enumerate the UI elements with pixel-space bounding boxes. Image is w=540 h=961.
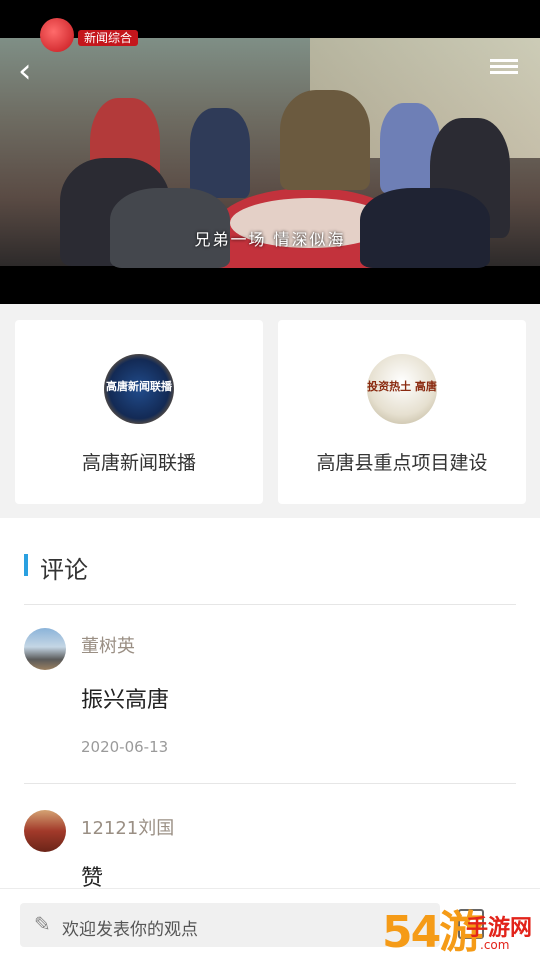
divider	[24, 604, 516, 605]
watermark-logo: 54游 手游网 .com	[380, 896, 540, 960]
comment-item: 董树英 振兴高唐 2020-06-13	[24, 628, 516, 768]
program-label: 高唐新闻联播	[81, 452, 196, 474]
station-logo-mark	[40, 18, 74, 52]
station-logo-icon: 新闻综合	[40, 18, 150, 52]
video-scene-person	[280, 90, 370, 190]
program-thumbnail-text: 高唐新闻联播	[106, 380, 172, 393]
comment-author[interactable]: 12121刘国	[81, 814, 174, 840]
program-thumbnail: 投资热土 高唐	[367, 354, 437, 424]
video-player[interactable]: 新闻综合 ‹ 兄弟一场 情深似海	[0, 0, 540, 304]
comment-item: 12121刘国 赞	[24, 810, 516, 891]
channel-tag: 新闻综合	[78, 30, 139, 46]
program-card-projects[interactable]: 投资热土 高唐 高唐县重点项目建设	[278, 320, 526, 504]
back-arrow-icon[interactable]: ‹	[18, 52, 56, 90]
video-subtitle: 兄弟一场 情深似海	[194, 230, 346, 249]
program-card-news[interactable]: 高唐新闻联播 高唐新闻联播	[15, 320, 263, 504]
comment-date: 2020-06-13	[81, 738, 169, 756]
comment-author[interactable]: 董树英	[81, 632, 135, 658]
watermark-domain: .com	[480, 938, 510, 952]
comment-input[interactable]: ✎ 欢迎发表你的观点	[20, 903, 440, 947]
program-cards: 高唐新闻联播 高唐新闻联播 投资热土 高唐 高唐县重点项目建设	[0, 304, 540, 518]
video-scene-person	[190, 108, 250, 198]
avatar[interactable]	[24, 628, 66, 670]
program-thumbnail-text: 投资热土 高唐	[367, 380, 437, 393]
program-thumbnail: 高唐新闻联播	[104, 354, 174, 424]
comments-title: 评论	[40, 556, 88, 584]
program-label: 高唐县重点项目建设	[316, 452, 488, 474]
avatar[interactable]	[24, 810, 66, 852]
comment-text: 振兴高唐	[81, 688, 170, 713]
comments-section: 评论 董树英 振兴高唐 2020-06-13 12121刘国 赞	[0, 518, 540, 891]
comment-input-placeholder: 欢迎发表你的观点	[62, 920, 198, 940]
pencil-icon: ✎	[34, 912, 51, 936]
menu-icon[interactable]	[490, 56, 518, 80]
divider	[24, 783, 516, 784]
section-accent-bar	[24, 554, 28, 576]
